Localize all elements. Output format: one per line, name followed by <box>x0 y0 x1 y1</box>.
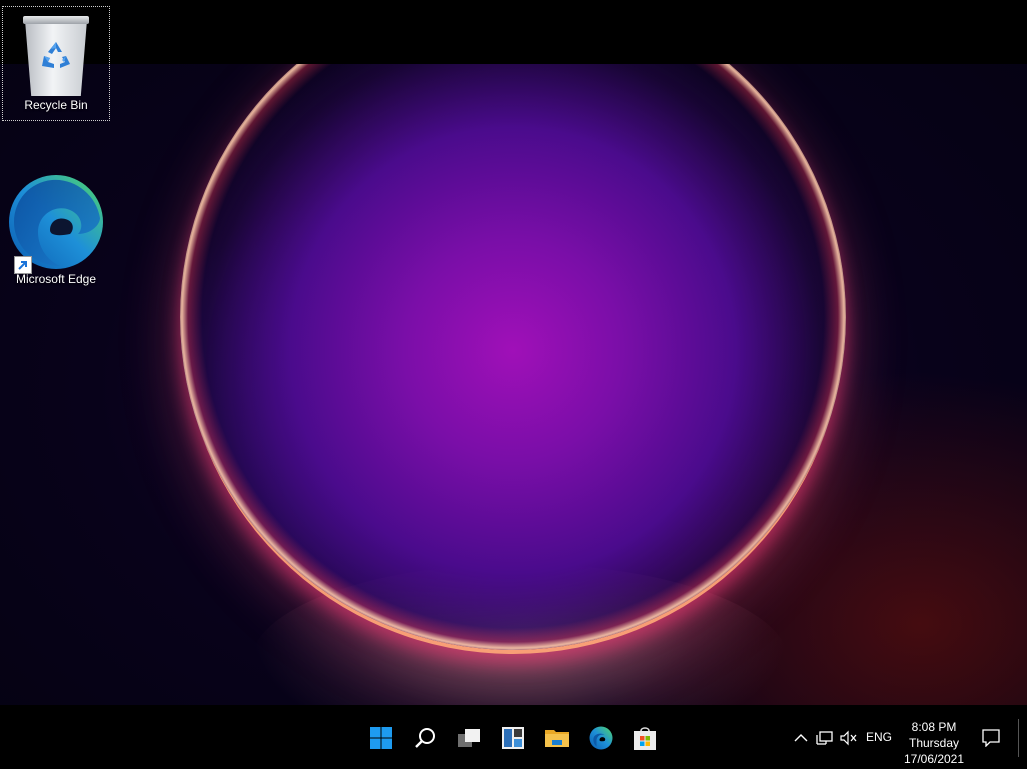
volume-muted-icon <box>840 730 857 746</box>
show-desktop-button[interactable] <box>1018 719 1019 757</box>
network-button[interactable] <box>812 723 838 753</box>
widgets-icon <box>502 727 524 749</box>
chevron-up-icon <box>794 734 808 742</box>
search-icon <box>415 728 435 748</box>
clock-time: 8:08 PM <box>911 720 957 734</box>
edge-icon <box>8 174 104 274</box>
notification-center-button[interactable] <box>978 723 1004 753</box>
desktop-icon-recycle-bin[interactable]: Recycle Bin <box>2 6 110 121</box>
folder-icon <box>545 730 569 747</box>
language-indicator[interactable]: ENG <box>866 705 892 769</box>
shortcut-arrow-icon <box>14 256 32 274</box>
network-icon <box>816 731 833 745</box>
language-label: ENG <box>866 730 893 744</box>
notification-icon <box>982 729 1000 747</box>
volume-button[interactable] <box>836 723 862 753</box>
edge-taskbar-button[interactable] <box>586 723 616 753</box>
wallpaper <box>0 64 1027 705</box>
edge-icon <box>589 726 613 750</box>
show-hidden-icons-button[interactable] <box>788 723 814 753</box>
windows-logo-icon <box>370 727 392 749</box>
start-button[interactable] <box>366 723 396 753</box>
clock[interactable]: 8:08 PM Thursday 17/06/2021 <box>898 719 970 767</box>
wallpaper-orb-rim <box>180 64 846 650</box>
clock-day: Thursday <box>908 736 960 750</box>
widgets-button[interactable] <box>498 723 528 753</box>
recycle-bin-label: Recycle Bin <box>24 98 88 112</box>
search-button[interactable] <box>410 723 440 753</box>
recycle-bin-icon <box>23 14 89 96</box>
desktop-screen: Recycle Bin Microsoft Edge ENG 8:08 PM T… <box>0 0 1027 769</box>
store-icon <box>634 727 656 750</box>
clock-date: 17/06/2021 <box>903 752 965 766</box>
file-explorer-button[interactable] <box>542 723 572 753</box>
task-view-button[interactable] <box>454 723 484 753</box>
store-button[interactable] <box>630 723 660 753</box>
task-view-icon <box>458 729 480 747</box>
desktop-icon-microsoft-edge[interactable]: Microsoft Edge <box>2 174 110 292</box>
taskbar: ENG 8:08 PM Thursday 17/06/2021 <box>0 705 1027 769</box>
